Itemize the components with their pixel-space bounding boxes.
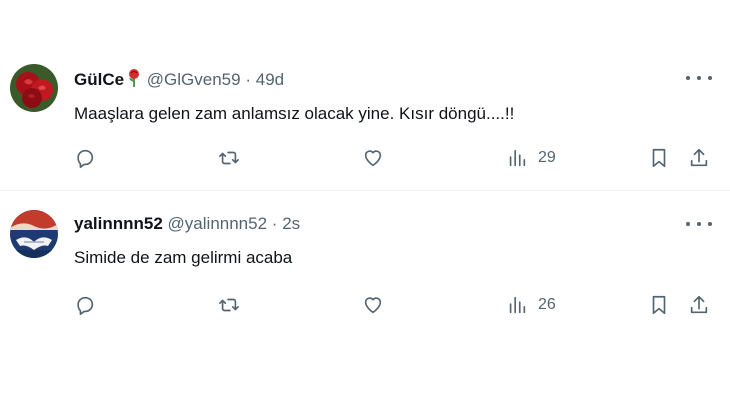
tweet-text: Simide de zam gelirmi acaba	[74, 248, 293, 267]
tweet-header: GülCe @GlGven59 · 49d	[74, 68, 284, 93]
tweet[interactable]: GülCe @GlGven59 · 49d Maaşlara gelen zam…	[0, 0, 730, 190]
share-icon	[688, 294, 710, 316]
reply-button[interactable]	[74, 147, 96, 169]
retweet-button[interactable]	[218, 294, 240, 316]
handle[interactable]: @yalinnnn52	[168, 214, 268, 233]
like-button[interactable]	[362, 147, 384, 169]
reply-button[interactable]	[74, 294, 96, 316]
reply-icon	[74, 147, 96, 169]
share-button[interactable]	[688, 294, 710, 316]
more-icon[interactable]	[686, 68, 712, 88]
bookmark-icon	[648, 294, 670, 316]
share-button[interactable]	[688, 147, 710, 169]
separator: ·	[245, 70, 252, 89]
display-name[interactable]: GülCe	[74, 70, 124, 89]
views-count: 29	[538, 149, 556, 166]
rose-icon	[126, 68, 142, 93]
views-icon	[506, 294, 528, 316]
retweet-icon	[218, 147, 240, 169]
views-icon	[506, 147, 528, 169]
handle[interactable]: @GlGven59	[147, 70, 241, 89]
timestamp[interactable]: 49d	[256, 70, 284, 89]
views-count: 26	[538, 296, 556, 313]
retweet-icon	[218, 294, 240, 316]
bookmark-button[interactable]	[648, 294, 670, 316]
bookmark-icon	[648, 147, 670, 169]
heart-icon	[362, 294, 384, 316]
retweet-button[interactable]	[218, 147, 240, 169]
tweet-header: yalinnnn52 @yalinnnn52 · 2s	[74, 214, 300, 234]
share-icon	[688, 147, 710, 169]
avatar[interactable]	[10, 210, 58, 258]
views-button[interactable]: 26	[506, 294, 556, 316]
heart-icon	[362, 147, 384, 169]
views-button[interactable]: 29	[506, 147, 556, 169]
separator: ·	[271, 214, 278, 233]
tweet-text: Maaşlara gelen zam anlamsız olacak yine.…	[74, 104, 515, 123]
reply-icon	[74, 294, 96, 316]
timestamp[interactable]: 2s	[282, 214, 300, 233]
like-button[interactable]	[362, 294, 384, 316]
bookmark-button[interactable]	[648, 147, 670, 169]
avatar[interactable]	[10, 64, 58, 112]
more-icon[interactable]	[686, 214, 712, 234]
display-name[interactable]: yalinnnn52	[74, 214, 163, 233]
tweet[interactable]: yalinnnn52 @yalinnnn52 · 2s Simide de za…	[0, 191, 730, 420]
